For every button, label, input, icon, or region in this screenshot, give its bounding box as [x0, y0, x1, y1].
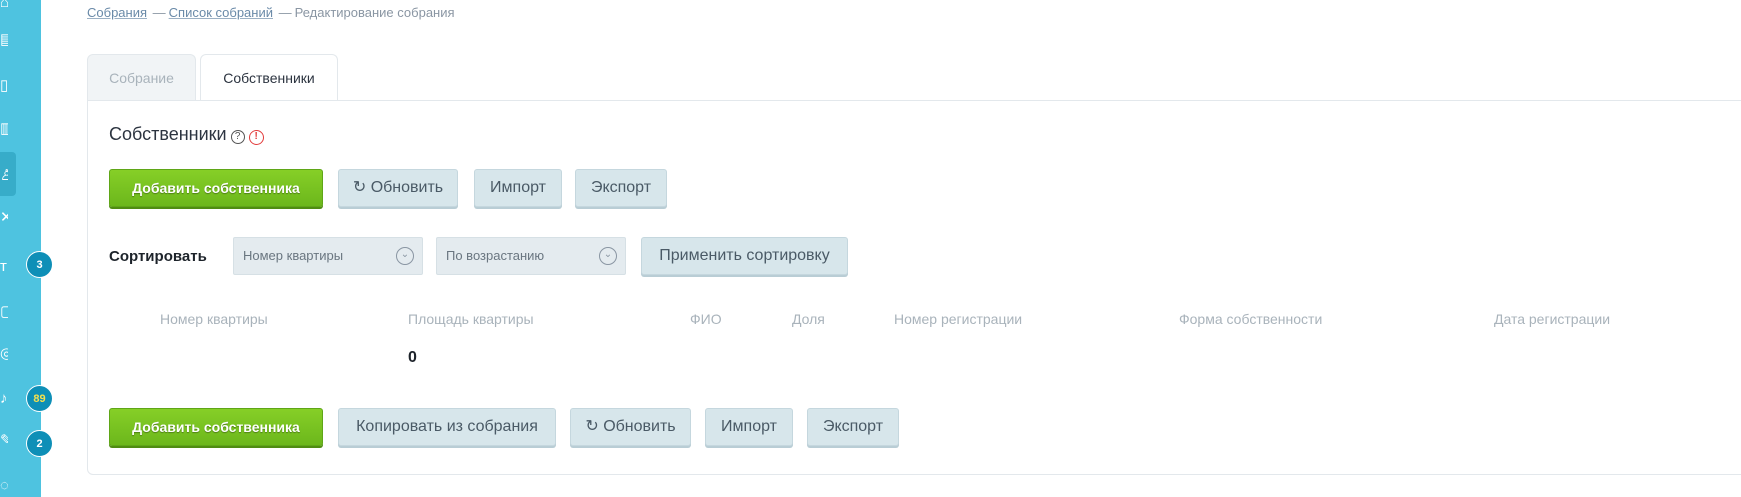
breadcrumb: Собрания — Список собраний — Редактировани…: [87, 5, 455, 20]
chevron-down-icon: ⌄: [396, 247, 414, 265]
export-button[interactable]: Экспорт: [575, 169, 667, 207]
column-header[interactable]: Площадь квартиры: [408, 311, 534, 327]
settings-icon[interactable]: ◌: [0, 477, 8, 495]
chart-icon[interactable]: ▥: [0, 120, 8, 138]
sidebar: ⌂ ▤ ▯ ▥ ♙ ✕ т 3 ▢ ◎ ♪ 89 ✎ 2 ◌: [0, 0, 53, 497]
section-title: Собственники?!: [109, 124, 264, 145]
building-icon[interactable]: ▤: [0, 31, 8, 49]
sort-order-value: По возрастанию: [446, 248, 545, 263]
calendar-icon[interactable]: ▢: [0, 303, 8, 321]
tab-meeting[interactable]: Собрание: [87, 54, 196, 101]
import-button[interactable]: Импорт: [705, 408, 793, 446]
sort-field-select[interactable]: Номер квартиры ⌄: [233, 237, 423, 275]
clock-icon[interactable]: ◎: [0, 345, 8, 363]
add-owner-button[interactable]: Добавить собственника: [109, 408, 323, 446]
tab-owners[interactable]: Собственники: [200, 54, 338, 102]
breadcrumb-current: Редактирование собрания: [294, 5, 455, 20]
column-header[interactable]: Номер регистрации: [894, 311, 1022, 327]
apply-sort-button[interactable]: Применить сортировку: [641, 237, 848, 275]
chevron-down-icon: ⌄: [599, 247, 617, 265]
export-button[interactable]: Экспорт: [807, 408, 899, 446]
tools-icon[interactable]: ✕: [0, 209, 8, 227]
import-button[interactable]: Импорт: [474, 169, 562, 207]
breadcrumb-meetings-link[interactable]: Собрания: [87, 5, 147, 20]
help-icon[interactable]: ?: [230, 130, 245, 144]
breadcrumb-separator: —: [278, 5, 292, 20]
column-header[interactable]: Доля: [792, 311, 825, 327]
sort-field-value: Номер квартиры: [243, 248, 344, 263]
warning-icon[interactable]: !: [248, 130, 264, 145]
pencil-icon[interactable]: ✎: [0, 432, 8, 450]
column-header[interactable]: Дата регистрации: [1494, 311, 1610, 327]
notification-badge: 89: [26, 385, 53, 412]
add-owner-button[interactable]: Добавить собственника: [109, 169, 323, 207]
users-icon[interactable]: ♙: [0, 167, 8, 185]
column-header[interactable]: Форма собственности: [1179, 311, 1322, 327]
breadcrumb-separator: —: [152, 5, 166, 20]
document-icon[interactable]: ▯: [0, 77, 8, 95]
notification-badge: 3: [26, 251, 53, 278]
owners-panel: Собственники?! Добавить собственника ↻ О…: [87, 100, 1741, 475]
column-header[interactable]: Номер квартиры: [160, 311, 268, 327]
home-icon[interactable]: ⌂: [0, 0, 8, 12]
breadcrumb-meeting-list-link[interactable]: Список собраний: [169, 5, 273, 20]
bell-icon[interactable]: ♪: [0, 390, 8, 408]
refresh-button[interactable]: ↻ Обновить: [338, 169, 458, 207]
text-icon[interactable]: т: [0, 258, 8, 276]
sort-label: Сортировать: [109, 248, 207, 265]
notification-badge: 2: [26, 430, 53, 457]
section-title-text: Собственники: [109, 124, 227, 144]
refresh-button[interactable]: ↻ Обновить: [570, 408, 691, 446]
sort-order-select[interactable]: По возрастанию ⌄: [436, 237, 626, 275]
column-header[interactable]: ФИО: [690, 311, 722, 327]
total-area-value: 0: [408, 349, 417, 366]
copy-from-meeting-button[interactable]: Копировать из собрания: [338, 408, 556, 446]
